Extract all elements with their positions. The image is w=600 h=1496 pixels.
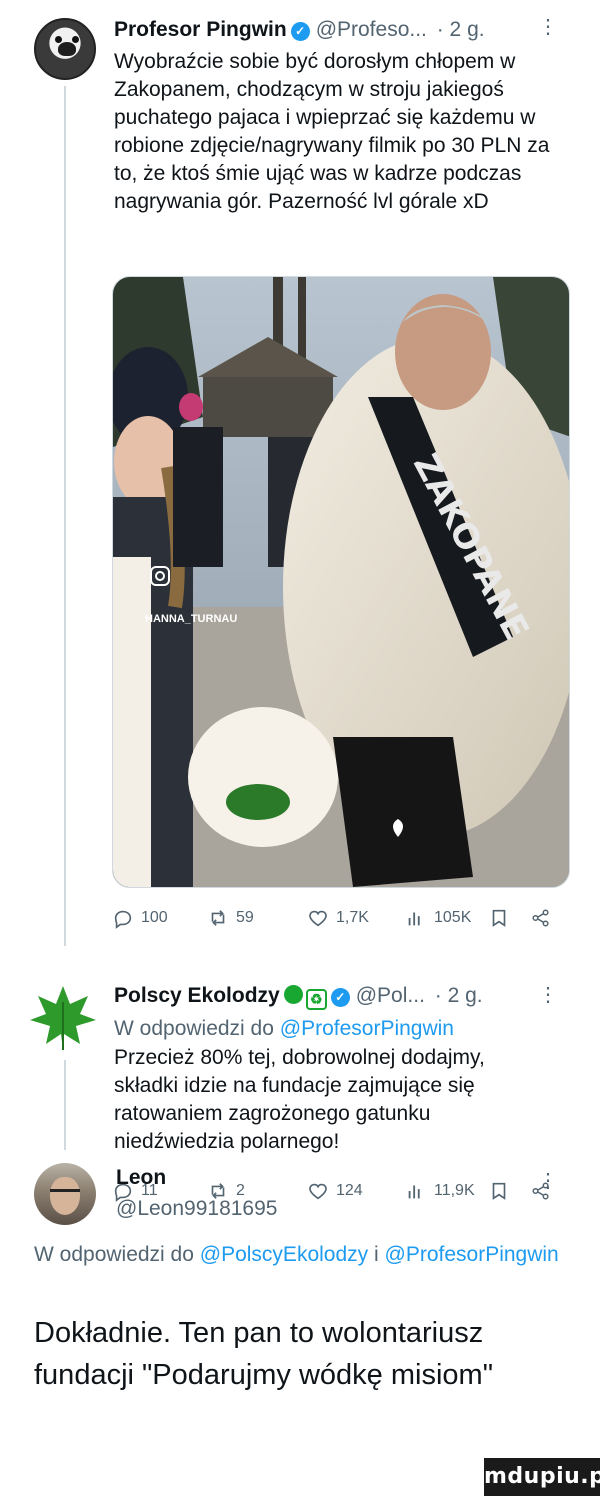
tweet-actions: 100 59 1,7K 105K <box>112 907 552 931</box>
repost-count: 59 <box>236 909 254 926</box>
author-handle[interactable]: @Pol... <box>356 984 425 1007</box>
views-button[interactable]: 105K <box>405 907 471 929</box>
reply-prefix: W odpowiedzi do <box>114 1017 274 1040</box>
reply-join: i <box>374 1243 379 1266</box>
heart-icon <box>309 910 327 927</box>
more-options-icon[interactable]: ⋮ <box>538 14 558 39</box>
tweet-text: Wyobraźcie sobie być dorosłym chłopem w … <box>114 50 550 213</box>
mention-link[interactable]: @PolscyEkolodzy <box>200 1243 368 1266</box>
like-button[interactable]: 124 <box>307 1180 363 1202</box>
tweet-text: Dokładnie. Ten pan to wolontariusz funda… <box>34 1317 493 1391</box>
more-options-icon[interactable]: ⋮ <box>538 982 558 1007</box>
reply-prefix: W odpowiedzi do <box>34 1243 194 1266</box>
bookmark-icon <box>492 909 506 927</box>
views-button[interactable]: 11,9K <box>405 1180 475 1202</box>
bookmark-button[interactable] <box>488 1180 510 1202</box>
views-icon <box>408 1185 420 1199</box>
reply-button[interactable]: 100 <box>112 907 168 929</box>
author-name[interactable]: Leon <box>116 1166 166 1190</box>
author-handle[interactable]: @Profeso... <box>316 18 427 41</box>
author-name[interactable]: Polscy Ekolodzy <box>114 984 280 1007</box>
views-count: 11,9K <box>434 1182 475 1199</box>
avatar-profesor-pingwin[interactable] <box>34 18 96 80</box>
share-icon <box>532 909 549 927</box>
views-count: 105K <box>434 909 472 926</box>
tweet-text: Przecież 80% tej, dobrowolnej dodajmy, s… <box>114 1046 485 1153</box>
mention-link[interactable]: @ProfesorPingwin <box>385 1243 559 1266</box>
green-circle-icon <box>283 985 303 1004</box>
repost-icon <box>211 910 225 926</box>
share-button[interactable] <box>530 907 552 929</box>
tweet-time[interactable]: · 2 g. <box>437 18 485 41</box>
avatar-leon[interactable] <box>34 1163 96 1225</box>
avatar-polscy-ekolodzy[interactable] <box>28 982 98 1052</box>
thread-line <box>64 86 66 946</box>
repost-button[interactable]: 59 <box>207 907 254 929</box>
like-button[interactable]: 1,7K <box>307 907 369 929</box>
tweet-media-photo[interactable]: ZAKOPANE HANNA_TURNAU <box>112 276 570 888</box>
reply-count: 100 <box>141 909 168 926</box>
bookmark-button[interactable] <box>488 907 510 929</box>
like-count: 1,7K <box>336 909 369 926</box>
reply-context: W odpowiedzi do @PolscyEkolodzy i @Profe… <box>34 1240 564 1270</box>
verified-badge-icon: ✓ <box>290 22 310 41</box>
tweet-time[interactable]: · 2 g. <box>435 984 483 1007</box>
tweet-header: Polscy Ekolodzy ♻ ✓ @Pol... · 2 g. <box>114 984 483 1010</box>
bookmark-icon <box>492 1182 506 1200</box>
photo-watermark: HANNA_TURNAU <box>145 613 237 625</box>
site-watermark: mdupiu.pl <box>484 1458 600 1496</box>
recycle-icon: ♻ <box>305 989 327 1010</box>
like-count: 124 <box>336 1182 363 1199</box>
author-name[interactable]: Profesor Pingwin <box>114 18 287 41</box>
author-handle[interactable]: @Leon99181695 <box>116 1197 277 1221</box>
mention-link[interactable]: @ProfesorPingwin <box>280 1017 454 1040</box>
thread-line <box>64 1060 66 1150</box>
reply-icon <box>114 910 132 929</box>
heart-icon <box>309 1183 327 1200</box>
photo-illustration: ZAKOPANE HANNA_TURNAU <box>113 277 569 887</box>
views-icon <box>408 912 420 926</box>
tweet-header: Profesor Pingwin ✓ @Profeso... · 2 g. <box>114 18 485 42</box>
verified-badge-icon: ✓ <box>330 988 350 1007</box>
more-options-icon[interactable]: ⋮ <box>538 1168 558 1193</box>
reply-context: W odpowiedzi do @ProfesorPingwin <box>114 1015 554 1043</box>
